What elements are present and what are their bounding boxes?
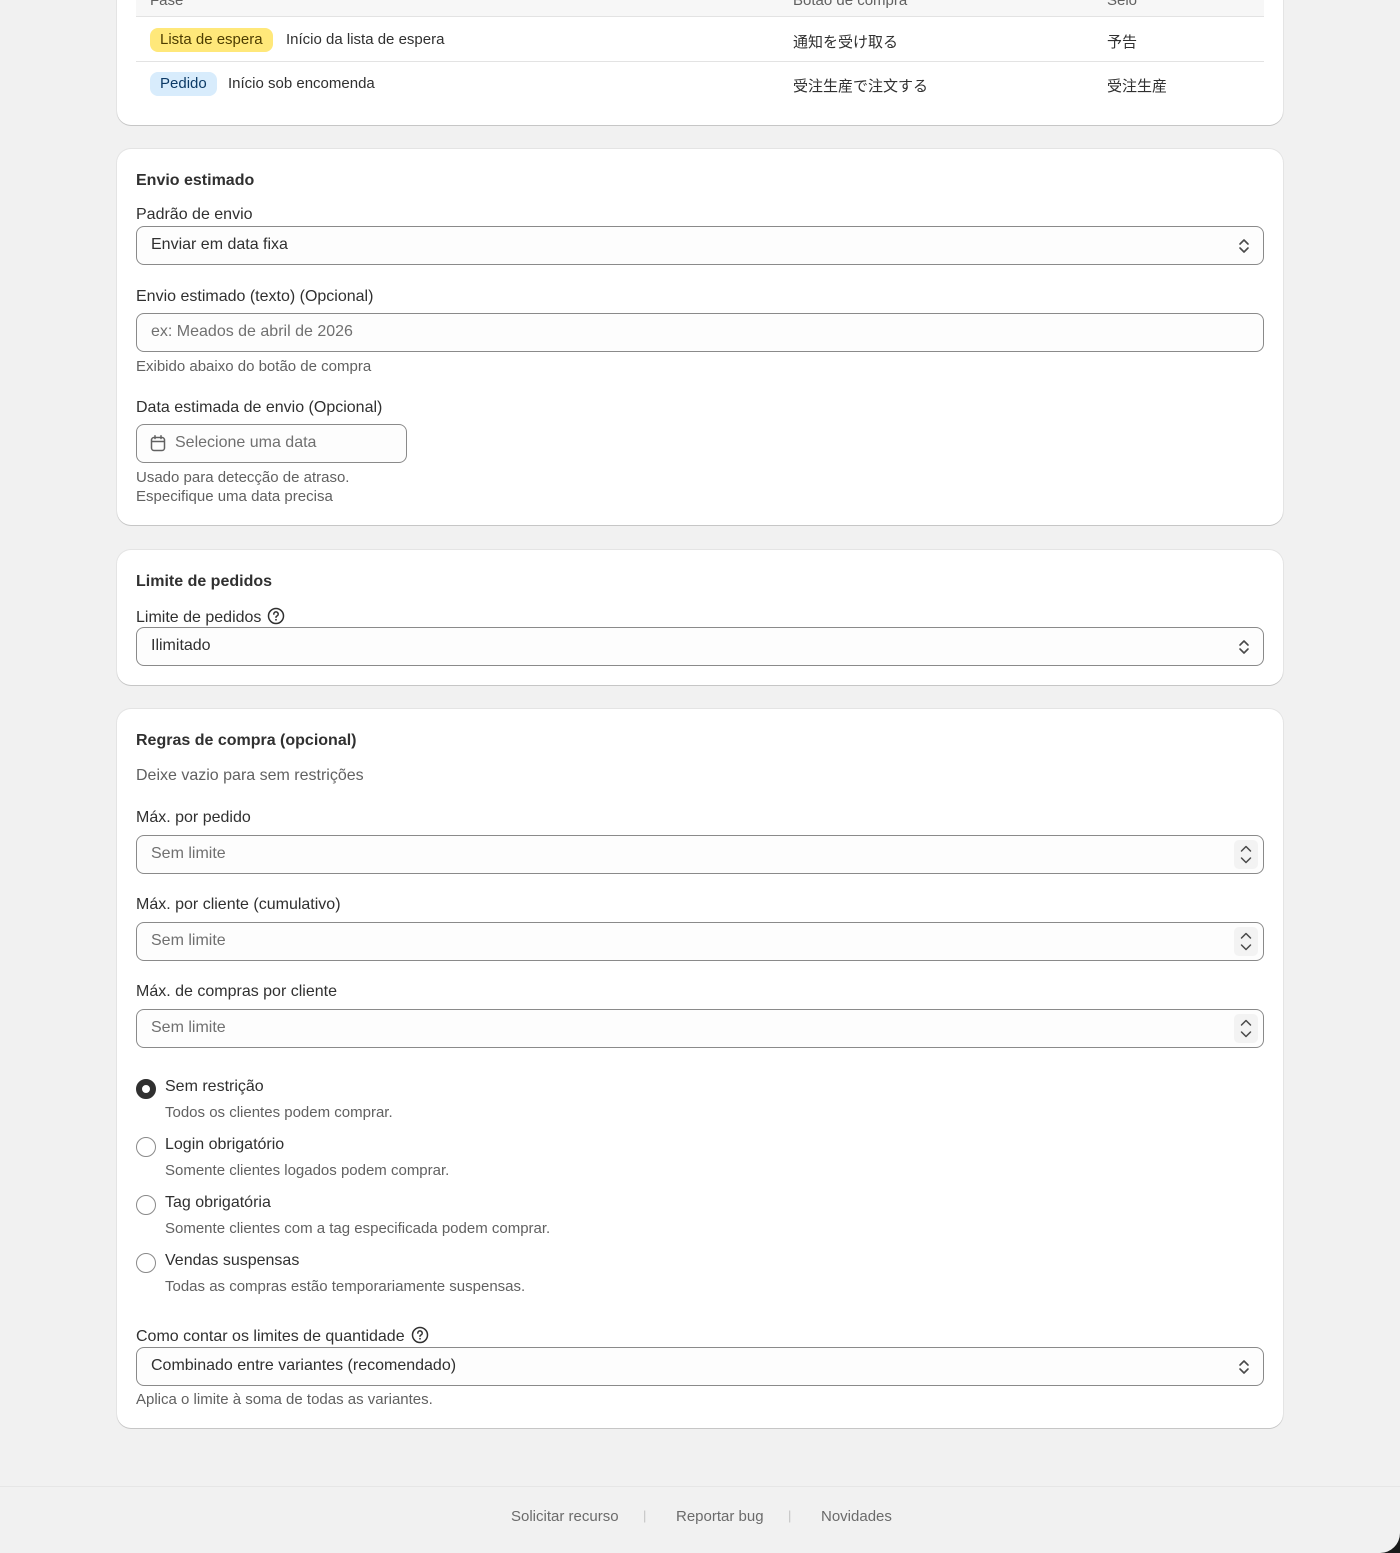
radio-help: Todas as compras estão temporariamente s…	[165, 1278, 526, 1295]
chevron-up-down-icon	[1239, 640, 1249, 654]
column-header-seal: Selo	[1107, 0, 1138, 9]
order-limit-card: Limite de pedidos Limite de pedidos Ilim…	[117, 550, 1283, 685]
count-mode-select[interactable]: Combinado entre variantes (recomendado)	[136, 1347, 1264, 1386]
footer-separator: |	[643, 1508, 647, 1523]
shipping-text-label: Envio estimado (texto) (Opcional)	[136, 288, 374, 305]
shipping-date-help: Usado para detecção de atraso.	[136, 469, 350, 486]
radio-label: Tag obrigatória	[165, 1194, 271, 1211]
input-placeholder: ex: Meados de abril de 2026	[151, 323, 353, 340]
shipping-text-input[interactable]: ex: Meados de abril de 2026	[136, 313, 1264, 352]
table-header: Fase Botão de compra Selo	[136, 0, 1264, 17]
question-circle-icon[interactable]	[411, 1326, 429, 1344]
footer-link-report-bug[interactable]: Reportar bug	[676, 1508, 764, 1525]
order-limit-select[interactable]: Ilimitado	[136, 627, 1264, 666]
shipping-date-help: Especifique uma data precisa	[136, 488, 333, 505]
radio-label: Login obrigatório	[165, 1136, 285, 1153]
radio-label: Vendas suspensas	[165, 1252, 300, 1269]
radio-button[interactable]	[136, 1195, 156, 1215]
count-mode-help: Aplica o limite à soma de todas as varia…	[136, 1391, 433, 1408]
column-header-button: Botão de compra	[793, 0, 908, 9]
question-circle-icon[interactable]	[267, 607, 285, 625]
buy-button-text: 通知を受け取る	[793, 33, 899, 51]
input-placeholder: Sem limite	[151, 1019, 226, 1036]
shipping-pattern-select[interactable]: Enviar em data fixa	[136, 226, 1264, 265]
stepper-arrows-icon[interactable]	[1234, 840, 1258, 869]
footer-link-request-feature[interactable]: Solicitar recurso	[511, 1508, 619, 1525]
seal-text: 予告	[1107, 33, 1138, 51]
footer-link-whats-new[interactable]: Novidades	[821, 1508, 892, 1525]
shipping-date-picker[interactable]: Selecione uma data	[136, 424, 407, 463]
select-value: Combinado entre variantes (recomendado)	[151, 1357, 457, 1374]
calendar-icon	[150, 435, 166, 452]
max-purchases-label: Máx. de compras por cliente	[136, 983, 337, 1000]
purchase-rules-card: Regras de compra (opcional) Deixe vazio …	[117, 709, 1283, 1428]
radio-help: Todos os clientes podem comprar.	[165, 1104, 393, 1121]
order-limit-label: Limite de pedidos	[136, 607, 285, 627]
count-mode-label-text: Como contar os limites de quantidade	[136, 1328, 405, 1345]
phase-badge: Lista de espera	[150, 28, 273, 52]
max-purchases-input[interactable]: Sem limite	[136, 1009, 1264, 1048]
max-per-order-label: Máx. por pedido	[136, 809, 251, 826]
phase-description: Início sob encomenda	[228, 75, 375, 92]
radio-help: Somente clientes logados podem comprar.	[165, 1162, 450, 1179]
buy-button-text: 受注生産で注文する	[793, 77, 929, 95]
phase-description: Início da lista de espera	[286, 31, 445, 48]
max-per-customer-label: Máx. por cliente (cumulativo)	[136, 896, 341, 913]
max-per-customer-input[interactable]: Sem limite	[136, 922, 1264, 961]
radio-button[interactable]	[136, 1137, 156, 1157]
count-mode-label: Como contar os limites de quantidade	[136, 1326, 429, 1346]
stepper-arrows-icon[interactable]	[1234, 927, 1258, 956]
phase-badge: Pedido	[150, 72, 217, 96]
card-title: Envio estimado	[136, 172, 255, 189]
input-placeholder: Sem limite	[151, 932, 226, 949]
radio-button[interactable]	[136, 1079, 156, 1099]
shipping-text-help: Exibido abaixo do botão de compra	[136, 358, 372, 375]
select-value: Ilimitado	[151, 637, 211, 654]
table-row: Pedido Início sob encomenda 受注生産で注文する 受注…	[136, 62, 1264, 106]
shipping-card: Envio estimado Padrão de envio Enviar em…	[117, 149, 1283, 525]
shipping-date-label: Data estimada de envio (Opcional)	[136, 399, 383, 416]
card-subtitle: Deixe vazio para sem restrições	[136, 767, 364, 784]
phases-card: Fase Botão de compra Selo Lista de esper…	[117, 0, 1283, 125]
table-row: Lista de espera Início da lista de esper…	[136, 18, 1264, 62]
card-title: Limite de pedidos	[136, 573, 273, 590]
order-limit-label-text: Limite de pedidos	[136, 609, 262, 626]
max-per-order-input[interactable]: Sem limite	[136, 835, 1264, 874]
seal-text: 受注生産	[1107, 77, 1168, 95]
radio-help: Somente clientes com a tag especificada …	[165, 1220, 551, 1237]
input-placeholder: Selecione uma data	[175, 434, 317, 451]
chevron-up-down-icon	[1239, 1360, 1249, 1374]
card-title: Regras de compra (opcional)	[136, 732, 357, 749]
stepper-arrows-icon[interactable]	[1234, 1014, 1258, 1043]
chevron-up-down-icon	[1239, 239, 1249, 253]
footer: Solicitar recurso | Reportar bug | Novid…	[0, 1486, 1400, 1553]
select-value: Enviar em data fixa	[151, 236, 288, 253]
radio-button[interactable]	[136, 1253, 156, 1273]
shipping-pattern-label: Padrão de envio	[136, 206, 253, 223]
input-placeholder: Sem limite	[151, 845, 226, 862]
footer-separator: |	[788, 1508, 792, 1523]
column-header-phase: Fase	[150, 0, 184, 9]
radio-label: Sem restrição	[165, 1078, 264, 1095]
